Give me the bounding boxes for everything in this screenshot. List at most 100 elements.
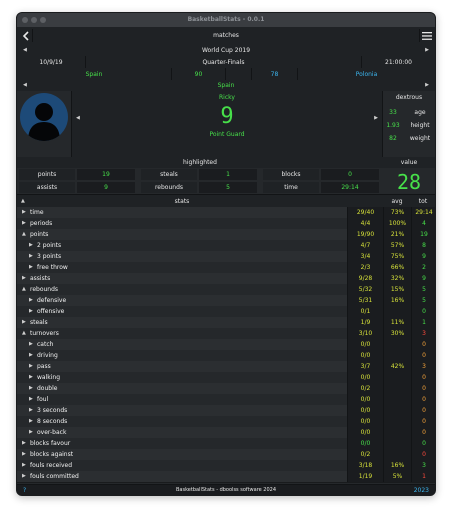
stats-row-ratio: 3/7 [347,361,383,372]
window-title: BasketballStats - 0.0.1 [187,16,265,23]
highlighted-stat-value: 0 [321,169,379,180]
stats-row-ratio: 0/2 [347,383,383,394]
expand-arrow-icon[interactable]: ▶ [22,209,26,215]
expand-arrow-icon[interactable]: ▶ [29,253,33,259]
stats-row-avg: 11% [383,317,411,328]
highlighted-label: points [19,169,75,180]
stats-row-avg [383,350,411,361]
stats-row-avg [383,449,411,460]
stats-row-label: offensive [37,308,65,315]
stats-row-ratio: 0/1 [347,306,383,317]
stats-row[interactable]: ▶ fouls committed 1/19 5% 1 [17,471,435,483]
expand-arrow-icon[interactable]: ▶ [29,374,33,380]
menu-button[interactable] [419,29,434,42]
stats-row-avg: 16% [383,460,411,471]
expand-arrow-icon[interactable]: ▶ [22,440,26,446]
highlighted-label: rebounds [141,182,197,193]
team-home[interactable]: Spain [17,68,172,80]
player-next-button[interactable]: ▶ [374,115,378,121]
expand-arrow-icon[interactable]: ▶ [29,352,33,358]
stats-row-avg: 16% [383,295,411,306]
stats-row-total: 0 [411,350,435,361]
stats-row-total: 4 [411,218,435,229]
stats-row-ratio: 19/90 [347,229,383,240]
stats-row-avg [383,416,411,427]
player-info: Ricky ◀ 9 ▶ Point Guard [71,91,383,157]
player-age-value: 33 [389,109,397,116]
stats-row-label: defensive [37,297,67,304]
team-next-button[interactable]: ▶ [425,82,429,88]
stats-row-label: free throw [37,264,68,271]
stats-row-label: driving [37,352,58,359]
stats-row-ratio: 0/0 [347,350,383,361]
expand-arrow-icon[interactable]: ▶ [22,473,26,479]
expand-arrow-icon[interactable]: ▶ [22,451,26,457]
stats-row-ratio: 3/18 [347,460,383,471]
stats-row-total: 19 [411,229,435,240]
expand-arrow-icon[interactable]: ▶ [29,242,33,248]
player-physical: dextrous 33 age 1.93 height 82 weight [383,91,435,157]
player-number: 9 [220,104,234,129]
expand-arrow-icon[interactable]: ▶ [29,407,33,413]
stats-row-label: pass [37,363,51,370]
stats-row-total: 0 [411,416,435,427]
stats-row-ratio: 0/0 [347,427,383,438]
stats-row-avg: 75% [383,251,411,262]
stats-row-total: 0 [411,394,435,405]
highlighted-value: 28 [396,170,422,194]
expand-arrow-icon[interactable]: ▶ [29,396,33,402]
stats-row-avg: 57% [383,240,411,251]
stats-row-label: double [37,385,58,392]
stats-row-label: points [30,231,49,238]
stats-row-ratio: 0/0 [347,438,383,449]
stats-row-total: 0 [411,339,435,350]
player-position: Point Guard [209,131,245,138]
stats-row-avg: 5% [383,471,411,482]
collapse-arrow-icon[interactable]: ▲ [22,330,26,336]
stats-row-ratio: 0/0 [347,416,383,427]
expand-arrow-icon[interactable]: ▶ [29,264,33,270]
collapse-arrow-icon[interactable]: ▲ [22,231,26,237]
stats-row-ratio: 9/28 [347,273,383,284]
collapse-arrow-icon[interactable]: ▲ [22,286,26,292]
expand-arrow-icon[interactable]: ▶ [29,429,33,435]
stats-row-ratio: 5/32 [347,284,383,295]
stats-row-avg [383,339,411,350]
player-height-label: height [410,122,430,129]
stats-row-ratio: 5/31 [347,295,383,306]
highlighted-label: assists [19,182,75,193]
expand-arrow-icon[interactable]: ▶ [29,297,33,303]
expand-arrow-icon[interactable]: ▶ [29,418,33,424]
hamburger-menu-icon [422,31,432,40]
competition-name: World Cup 2019 [201,47,251,54]
stats-list: ▶ time 29/40 73% 29:14 ▶ periods 4/4 100% 4 ▲ point… [17,207,435,483]
expand-arrow-icon[interactable]: ▶ [22,220,26,226]
expand-arrow-icon[interactable]: ▶ [29,308,33,314]
stats-row-total: 1 [411,471,435,482]
player-card: Ricky ◀ 9 ▶ Point Guard dextrous 33 age … [17,91,435,158]
stats-row-label: blocks against [30,451,74,458]
stats-row-label: over-back [37,429,67,436]
stats-row-total: 29:14 [411,207,435,218]
expand-arrow-icon[interactable]: ▶ [22,275,26,281]
stats-row-avg [383,306,411,317]
nav-title: matches [213,32,239,39]
footer-year: 2023 [413,487,429,494]
stats-row-avg [383,427,411,438]
competition-next-button[interactable]: ▶ [425,47,429,53]
value-title: value [400,159,418,166]
footer-bar: ? BasketballStats - dboolss software 202… [17,484,435,495]
expand-arrow-icon[interactable]: ▶ [22,319,26,325]
stats-row-avg: 100% [383,218,411,229]
team-away[interactable]: Polonia [298,68,435,80]
expand-arrow-icon[interactable]: ▶ [29,341,33,347]
expand-arrow-icon[interactable]: ▶ [29,385,33,391]
expand-arrow-icon[interactable]: ▶ [22,462,26,468]
stats-row-ratio: 29/40 [347,207,383,218]
expand-arrow-icon[interactable]: ▶ [29,363,33,369]
app-window: BasketballStats - 0.0.1 matches ◀ World … [16,12,436,496]
stats-row-avg: 21% [383,229,411,240]
stats-row-total: 3 [411,460,435,471]
stats-row-avg: 66% [383,262,411,273]
window-titlebar: BasketballStats - 0.0.1 [17,13,435,27]
